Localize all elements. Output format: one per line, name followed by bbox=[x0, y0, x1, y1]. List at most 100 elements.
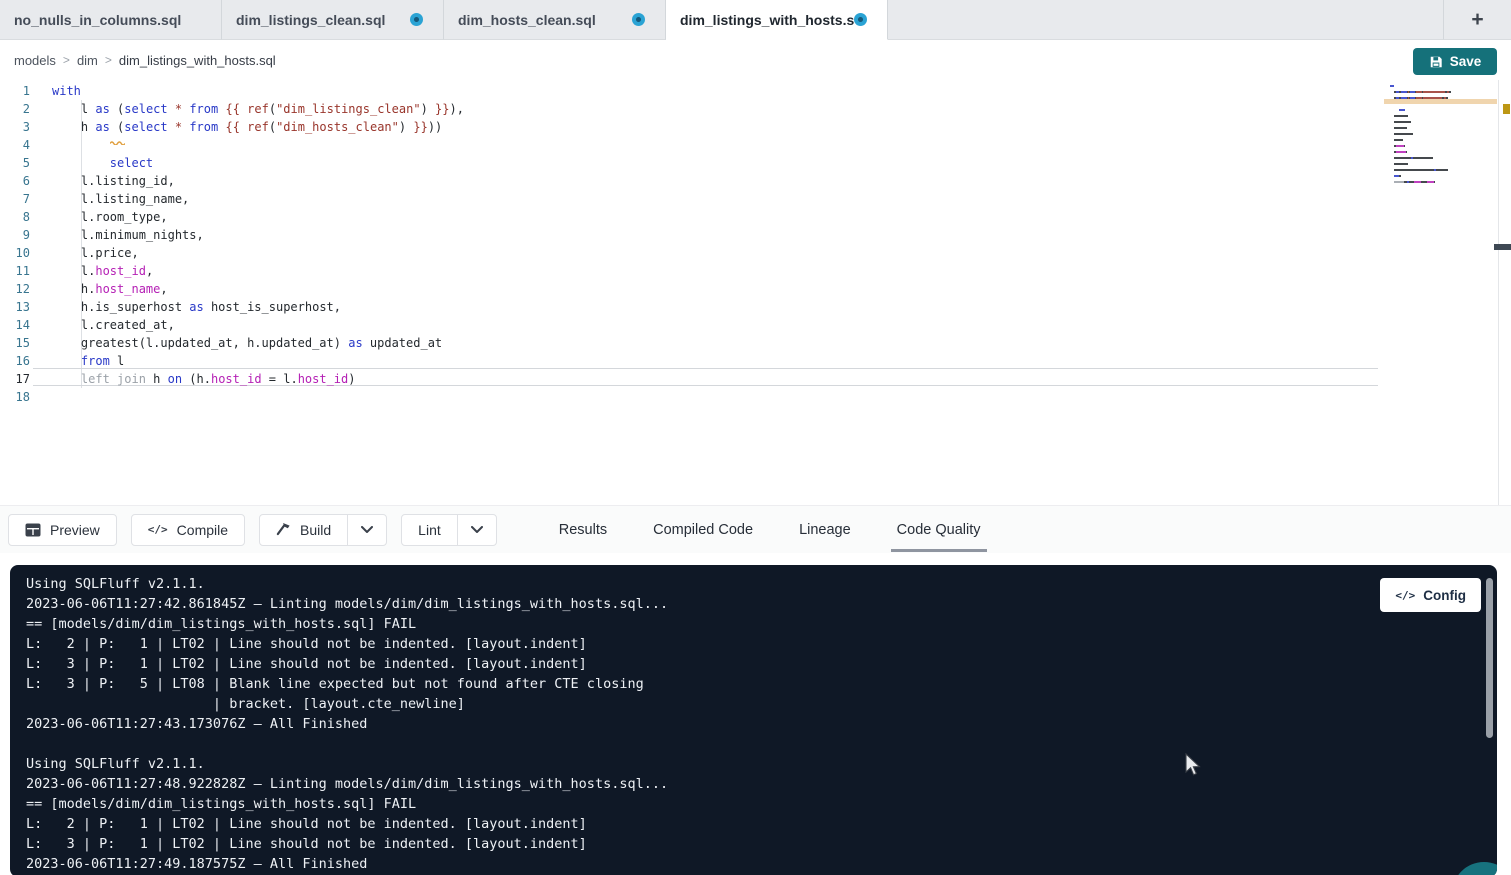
unsaved-changes-icon bbox=[854, 13, 867, 26]
code-line[interactable]: l.created_at, bbox=[52, 316, 464, 334]
code-token: l.price, bbox=[52, 246, 139, 260]
terminal-line: == [models/dim/dim_listings_with_hosts.s… bbox=[26, 794, 668, 814]
code-line[interactable]: l.host_id, bbox=[52, 262, 464, 280]
terminal-line: Using SQLFluff v2.1.1. bbox=[26, 574, 668, 594]
code-line[interactable]: l.price, bbox=[52, 244, 464, 262]
new-tab-button[interactable]: + bbox=[1443, 0, 1511, 40]
lint-label: Lint bbox=[418, 522, 441, 538]
code-line[interactable]: h.is_superhost as host_is_superhost, bbox=[52, 298, 464, 316]
editor-tab[interactable]: dim_hosts_clean.sql bbox=[444, 0, 666, 40]
code-token bbox=[52, 354, 81, 368]
code-line[interactable]: with bbox=[52, 82, 464, 100]
panel-tab-compiled-code[interactable]: Compiled Code bbox=[647, 506, 759, 554]
code-token: ( bbox=[269, 120, 276, 134]
minimap-line bbox=[1390, 181, 1460, 183]
lint-split-button: Lint bbox=[401, 514, 497, 546]
code-token bbox=[168, 102, 175, 116]
preview-label: Preview bbox=[50, 522, 100, 538]
code-token: }} bbox=[435, 102, 449, 116]
build-button[interactable]: Build bbox=[260, 515, 348, 545]
code-token: {{ ref bbox=[225, 120, 268, 134]
minimap-line bbox=[1390, 97, 1460, 99]
build-dropdown-button[interactable] bbox=[348, 515, 386, 545]
code-token: from bbox=[189, 120, 218, 134]
code-editor[interactable]: 123456789101112131415161718 with l as (s… bbox=[0, 80, 1511, 505]
line-number: 14 bbox=[0, 316, 30, 334]
save-icon bbox=[1429, 55, 1443, 69]
editor-tab[interactable]: dim_listings_clean.sql bbox=[222, 0, 444, 40]
minimap-line bbox=[1390, 103, 1460, 105]
help-bubble-button[interactable] bbox=[1452, 862, 1497, 875]
editor-tab[interactable]: no_nulls_in_columns.sql bbox=[0, 0, 222, 40]
unsaved-changes-icon bbox=[410, 13, 423, 26]
code-token: l bbox=[110, 354, 124, 368]
code-token: ) bbox=[421, 102, 428, 116]
code-line[interactable]: left join h on (h.host_id = l.host_id) bbox=[52, 370, 464, 388]
save-button[interactable]: Save bbox=[1413, 48, 1497, 75]
minimap-line bbox=[1390, 85, 1460, 87]
code-token: l.listing_id, bbox=[52, 174, 175, 188]
code-token: ), bbox=[449, 102, 463, 116]
minimap[interactable] bbox=[1390, 85, 1460, 193]
code-token: from bbox=[81, 354, 110, 368]
code-line[interactable]: l.room_type, bbox=[52, 208, 464, 226]
code-token: on bbox=[168, 372, 182, 386]
terminal-line: L: 2 | P: 1 | LT02 | Line should not be … bbox=[26, 634, 668, 654]
panel-tab-results[interactable]: Results bbox=[553, 506, 613, 554]
config-button[interactable]: </> Config bbox=[1380, 578, 1481, 612]
panel-tab-lineage[interactable]: Lineage bbox=[793, 506, 857, 554]
line-number: 10 bbox=[0, 244, 30, 262]
compile-label: Compile bbox=[177, 522, 228, 538]
code-token: "dim_listings_clean" bbox=[276, 102, 421, 116]
lint-button[interactable]: Lint bbox=[402, 515, 458, 545]
code-token: l.created_at, bbox=[52, 318, 175, 332]
tab-label: dim_listings_clean.sql bbox=[236, 12, 385, 28]
breadcrumb-item[interactable]: models bbox=[14, 53, 56, 68]
code-content[interactable]: with l as (select * from {{ ref("dim_lis… bbox=[52, 82, 464, 406]
code-line[interactable]: select bbox=[52, 154, 464, 172]
terminal-line: L: 3 | P: 1 | LT02 | Line should not be … bbox=[26, 834, 668, 854]
code-token: "dim_hosts_clean" bbox=[276, 120, 399, 134]
ruler-warning-marker bbox=[1503, 104, 1510, 114]
compile-button[interactable]: </> Compile bbox=[131, 514, 245, 546]
config-label: Config bbox=[1423, 588, 1466, 603]
minimap-line bbox=[1390, 121, 1460, 123]
breadcrumb-separator: > bbox=[105, 53, 112, 67]
ide-screen: no_nulls_in_columns.sql dim_listings_clea… bbox=[0, 0, 1511, 875]
breadcrumb-item[interactable]: dim_listings_with_hosts.sql bbox=[119, 53, 276, 68]
code-line[interactable]: from l bbox=[52, 352, 464, 370]
line-number: 5 bbox=[0, 154, 30, 172]
code-line[interactable]: l.minimum_nights, bbox=[52, 226, 464, 244]
mouse-cursor bbox=[1185, 753, 1203, 784]
minimap-line bbox=[1390, 145, 1460, 147]
terminal-line: == [models/dim/dim_listings_with_hosts.s… bbox=[26, 614, 668, 634]
preview-button[interactable]: Preview bbox=[8, 514, 117, 546]
code-line[interactable]: l.listing_id, bbox=[52, 172, 464, 190]
line-number: 7 bbox=[0, 190, 30, 208]
minimap-line bbox=[1390, 187, 1460, 189]
code-line[interactable]: greatest(l.updated_at, h.updated_at) as … bbox=[52, 334, 464, 352]
lint-dropdown-button[interactable] bbox=[458, 515, 496, 545]
code-line[interactable]: h.host_name, bbox=[52, 280, 464, 298]
code-token: as bbox=[95, 120, 109, 134]
terminal-scrollbar[interactable] bbox=[1486, 578, 1493, 738]
code-token: h bbox=[146, 372, 168, 386]
code-token: select bbox=[124, 120, 167, 134]
code-line[interactable] bbox=[52, 388, 464, 406]
code-line[interactable]: l.listing_name, bbox=[52, 190, 464, 208]
code-token: * bbox=[175, 120, 182, 134]
code-token: host_id bbox=[211, 372, 262, 386]
code-token bbox=[52, 372, 81, 386]
code-token bbox=[428, 102, 435, 116]
code-brackets-icon: </> bbox=[1395, 589, 1415, 602]
terminal-line: L: 3 | P: 1 | LT02 | Line should not be … bbox=[26, 654, 668, 674]
code-token: greatest(l.updated_at, h.updated_at) bbox=[52, 336, 348, 350]
code-token: host_is_superhost, bbox=[204, 300, 341, 314]
panel-tab-code-quality[interactable]: Code Quality bbox=[891, 506, 987, 554]
minimap-line bbox=[1390, 133, 1460, 135]
code-token: select bbox=[124, 102, 167, 116]
editor-tab[interactable]: dim_listings_with_hosts.sql bbox=[666, 0, 888, 40]
line-number: 18 bbox=[0, 388, 30, 406]
code-line[interactable]: l as (select * from {{ ref("dim_listings… bbox=[52, 100, 464, 118]
breadcrumb-item[interactable]: dim bbox=[77, 53, 98, 68]
